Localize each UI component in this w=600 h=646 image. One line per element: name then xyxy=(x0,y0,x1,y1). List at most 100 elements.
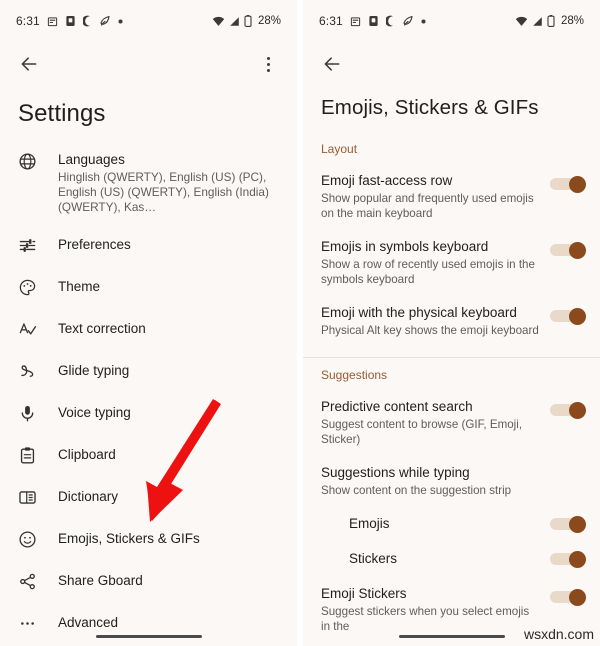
setting-row-predictive-content-search[interactable]: Predictive content search Suggest conten… xyxy=(303,390,600,456)
nav-gesture-pill-right xyxy=(398,635,505,638)
wifi-icon xyxy=(212,16,225,27)
sliders-icon xyxy=(18,236,46,255)
toggle-stickers[interactable] xyxy=(550,550,586,568)
glide-icon xyxy=(18,362,46,381)
setting-row-emojis-in-symbols-keyboard[interactable]: Emojis in symbols keyboard Show a row of… xyxy=(303,230,600,296)
back-button-right[interactable] xyxy=(319,51,345,77)
sidebar-item-emojis-stickers-gifs[interactable]: Emojis, Stickers & GIFs xyxy=(0,518,297,560)
battery-percent: 28% xyxy=(257,15,281,27)
toggle-thumb xyxy=(569,176,586,193)
toggle-emoji-stickers[interactable] xyxy=(550,589,586,606)
toggle-predictive-content-search[interactable] xyxy=(550,402,586,419)
setting-sublabel: Show a row of recently used emojis in th… xyxy=(321,258,535,286)
app-bar-right xyxy=(303,42,600,86)
data-saver-icon xyxy=(99,15,111,27)
sidebar-item-label: Clipboard xyxy=(58,447,116,462)
sim-card-icon xyxy=(65,15,76,27)
sidebar-item-languages[interactable]: Languages Hinglish (QWERTY), English (US… xyxy=(0,142,297,224)
setting-label: Emoji Stickers xyxy=(321,586,407,601)
setting-sublabel: Suggest stickers when you select emojis … xyxy=(321,605,530,633)
setting-row-emoji-with-physical-keyboard[interactable]: Emoji with the physical keyboard Physica… xyxy=(303,296,600,347)
setting-text-block: Emojis in symbols keyboard Show a row of… xyxy=(321,237,550,287)
status-time: 6:31 xyxy=(319,14,343,28)
right-phone-screen: 6:31 28% Emojis, Stickers & GIFs Layout … xyxy=(303,0,600,646)
setting-label: Emojis in symbols keyboard xyxy=(321,239,489,254)
sidebar-item-text-correction[interactable]: Text correction xyxy=(0,308,297,350)
sidebar-item-label: Theme xyxy=(58,279,101,294)
setting-sublabel: Show popular and frequently used emojis … xyxy=(321,192,534,220)
ellipsis-icon xyxy=(18,614,46,633)
voice-typing-text-block: Voice typing xyxy=(58,404,131,422)
sidebar-item-share-gboard[interactable]: Share Gboard xyxy=(0,560,297,602)
battery-icon xyxy=(547,15,555,27)
toggle-emojis-in-symbols-keyboard[interactable] xyxy=(550,242,586,259)
status-bar-left-group: 6:31 xyxy=(319,14,426,28)
do-not-disturb-icon xyxy=(385,15,395,27)
dot-icon xyxy=(421,19,426,24)
dictionary-icon xyxy=(18,488,46,507)
watermark: wsxdn.com xyxy=(523,626,594,642)
wifi-icon xyxy=(515,16,528,27)
battery-icon xyxy=(244,15,252,27)
sidebar-item-label: Advanced xyxy=(58,615,119,630)
dual-screenshot-container: 6:31 28% Settings Languages Hinglish (QW… xyxy=(0,0,600,646)
battery-percent: 28% xyxy=(560,15,584,27)
setting-label: Emoji fast-access row xyxy=(321,173,453,188)
toggle-emoji-with-physical-keyboard[interactable] xyxy=(550,308,586,325)
emoji-smiley-icon xyxy=(18,530,46,549)
calendar-icon xyxy=(350,16,361,27)
setting-row-emojis[interactable]: Emojis xyxy=(303,507,600,542)
setting-label: Predictive content search xyxy=(321,399,473,414)
sim-card-icon xyxy=(368,15,379,27)
status-bar-left: 6:31 28% xyxy=(0,0,297,42)
dictionary-text-block: Dictionary xyxy=(58,488,118,506)
section-divider xyxy=(303,357,600,358)
setting-row-stickers[interactable]: Stickers xyxy=(303,542,600,577)
sidebar-item-label: Text correction xyxy=(58,321,146,336)
screen-separator xyxy=(297,0,303,646)
setting-label: Emojis xyxy=(349,516,390,531)
advanced-text-block: Advanced xyxy=(58,614,118,632)
status-bar-right: 6:31 28% xyxy=(303,0,600,42)
left-phone-screen: 6:31 28% Settings Languages Hinglish (QW… xyxy=(0,0,297,646)
status-bar-right-group: 28% xyxy=(212,15,281,27)
sidebar-item-label: Dictionary xyxy=(58,489,119,504)
sidebar-item-clipboard[interactable]: Clipboard xyxy=(0,434,297,476)
setting-text-block: Emoji with the physical keyboard Physica… xyxy=(321,303,550,338)
signal-icon xyxy=(532,16,543,27)
back-button-left[interactable] xyxy=(16,51,42,77)
status-time: 6:31 xyxy=(16,14,40,28)
sidebar-item-glide-typing[interactable]: Glide typing xyxy=(0,350,297,392)
sidebar-item-label: Preferences xyxy=(58,237,131,252)
languages-text-block: Languages Hinglish (QWERTY), English (US… xyxy=(58,151,281,215)
toggle-emoji-fast-access-row[interactable] xyxy=(550,176,586,193)
settings-list: Languages Hinglish (QWERTY), English (US… xyxy=(0,142,297,646)
sidebar-item-preferences[interactable]: Preferences xyxy=(0,224,297,266)
setting-text-block: Suggestions while typing Show content on… xyxy=(321,463,586,498)
app-bar-left xyxy=(0,42,297,86)
section-header-suggestions: Suggestions xyxy=(321,368,388,382)
text-correction-text-block: Text correction xyxy=(58,320,146,338)
toggle-emojis[interactable] xyxy=(550,515,586,533)
emojis-stickers-gifs-text-block: Emojis, Stickers & GIFs xyxy=(58,530,200,548)
setting-row-suggestions-while-typing[interactable]: Suggestions while typing Show content on… xyxy=(303,456,600,507)
sidebar-item-voice-typing[interactable]: Voice typing xyxy=(0,392,297,434)
overflow-menu-button[interactable] xyxy=(255,51,281,77)
toggle-thumb xyxy=(569,308,586,325)
setting-sublabel: Show content on the suggestion strip xyxy=(321,484,512,497)
microphone-icon xyxy=(18,404,46,423)
status-bar-right-group: 28% xyxy=(515,15,584,27)
setting-row-emoji-fast-access-row[interactable]: Emoji fast-access row Show popular and f… xyxy=(303,164,600,230)
sidebar-item-theme[interactable]: Theme xyxy=(0,266,297,308)
toggle-thumb xyxy=(569,402,586,419)
sidebar-item-dictionary[interactable]: Dictionary xyxy=(0,476,297,518)
toggle-thumb xyxy=(569,550,586,568)
palette-icon xyxy=(18,278,46,297)
setting-text-block: Emoji fast-access row Show popular and f… xyxy=(321,171,550,221)
sidebar-item-label: Voice typing xyxy=(58,405,131,420)
clipboard-icon xyxy=(18,446,46,465)
setting-text-block: Predictive content search Suggest conten… xyxy=(321,397,550,447)
preferences-text-block: Preferences xyxy=(58,236,131,254)
sidebar-item-label: Glide typing xyxy=(58,363,130,378)
sidebar-item-label: Share Gboard xyxy=(58,573,143,588)
